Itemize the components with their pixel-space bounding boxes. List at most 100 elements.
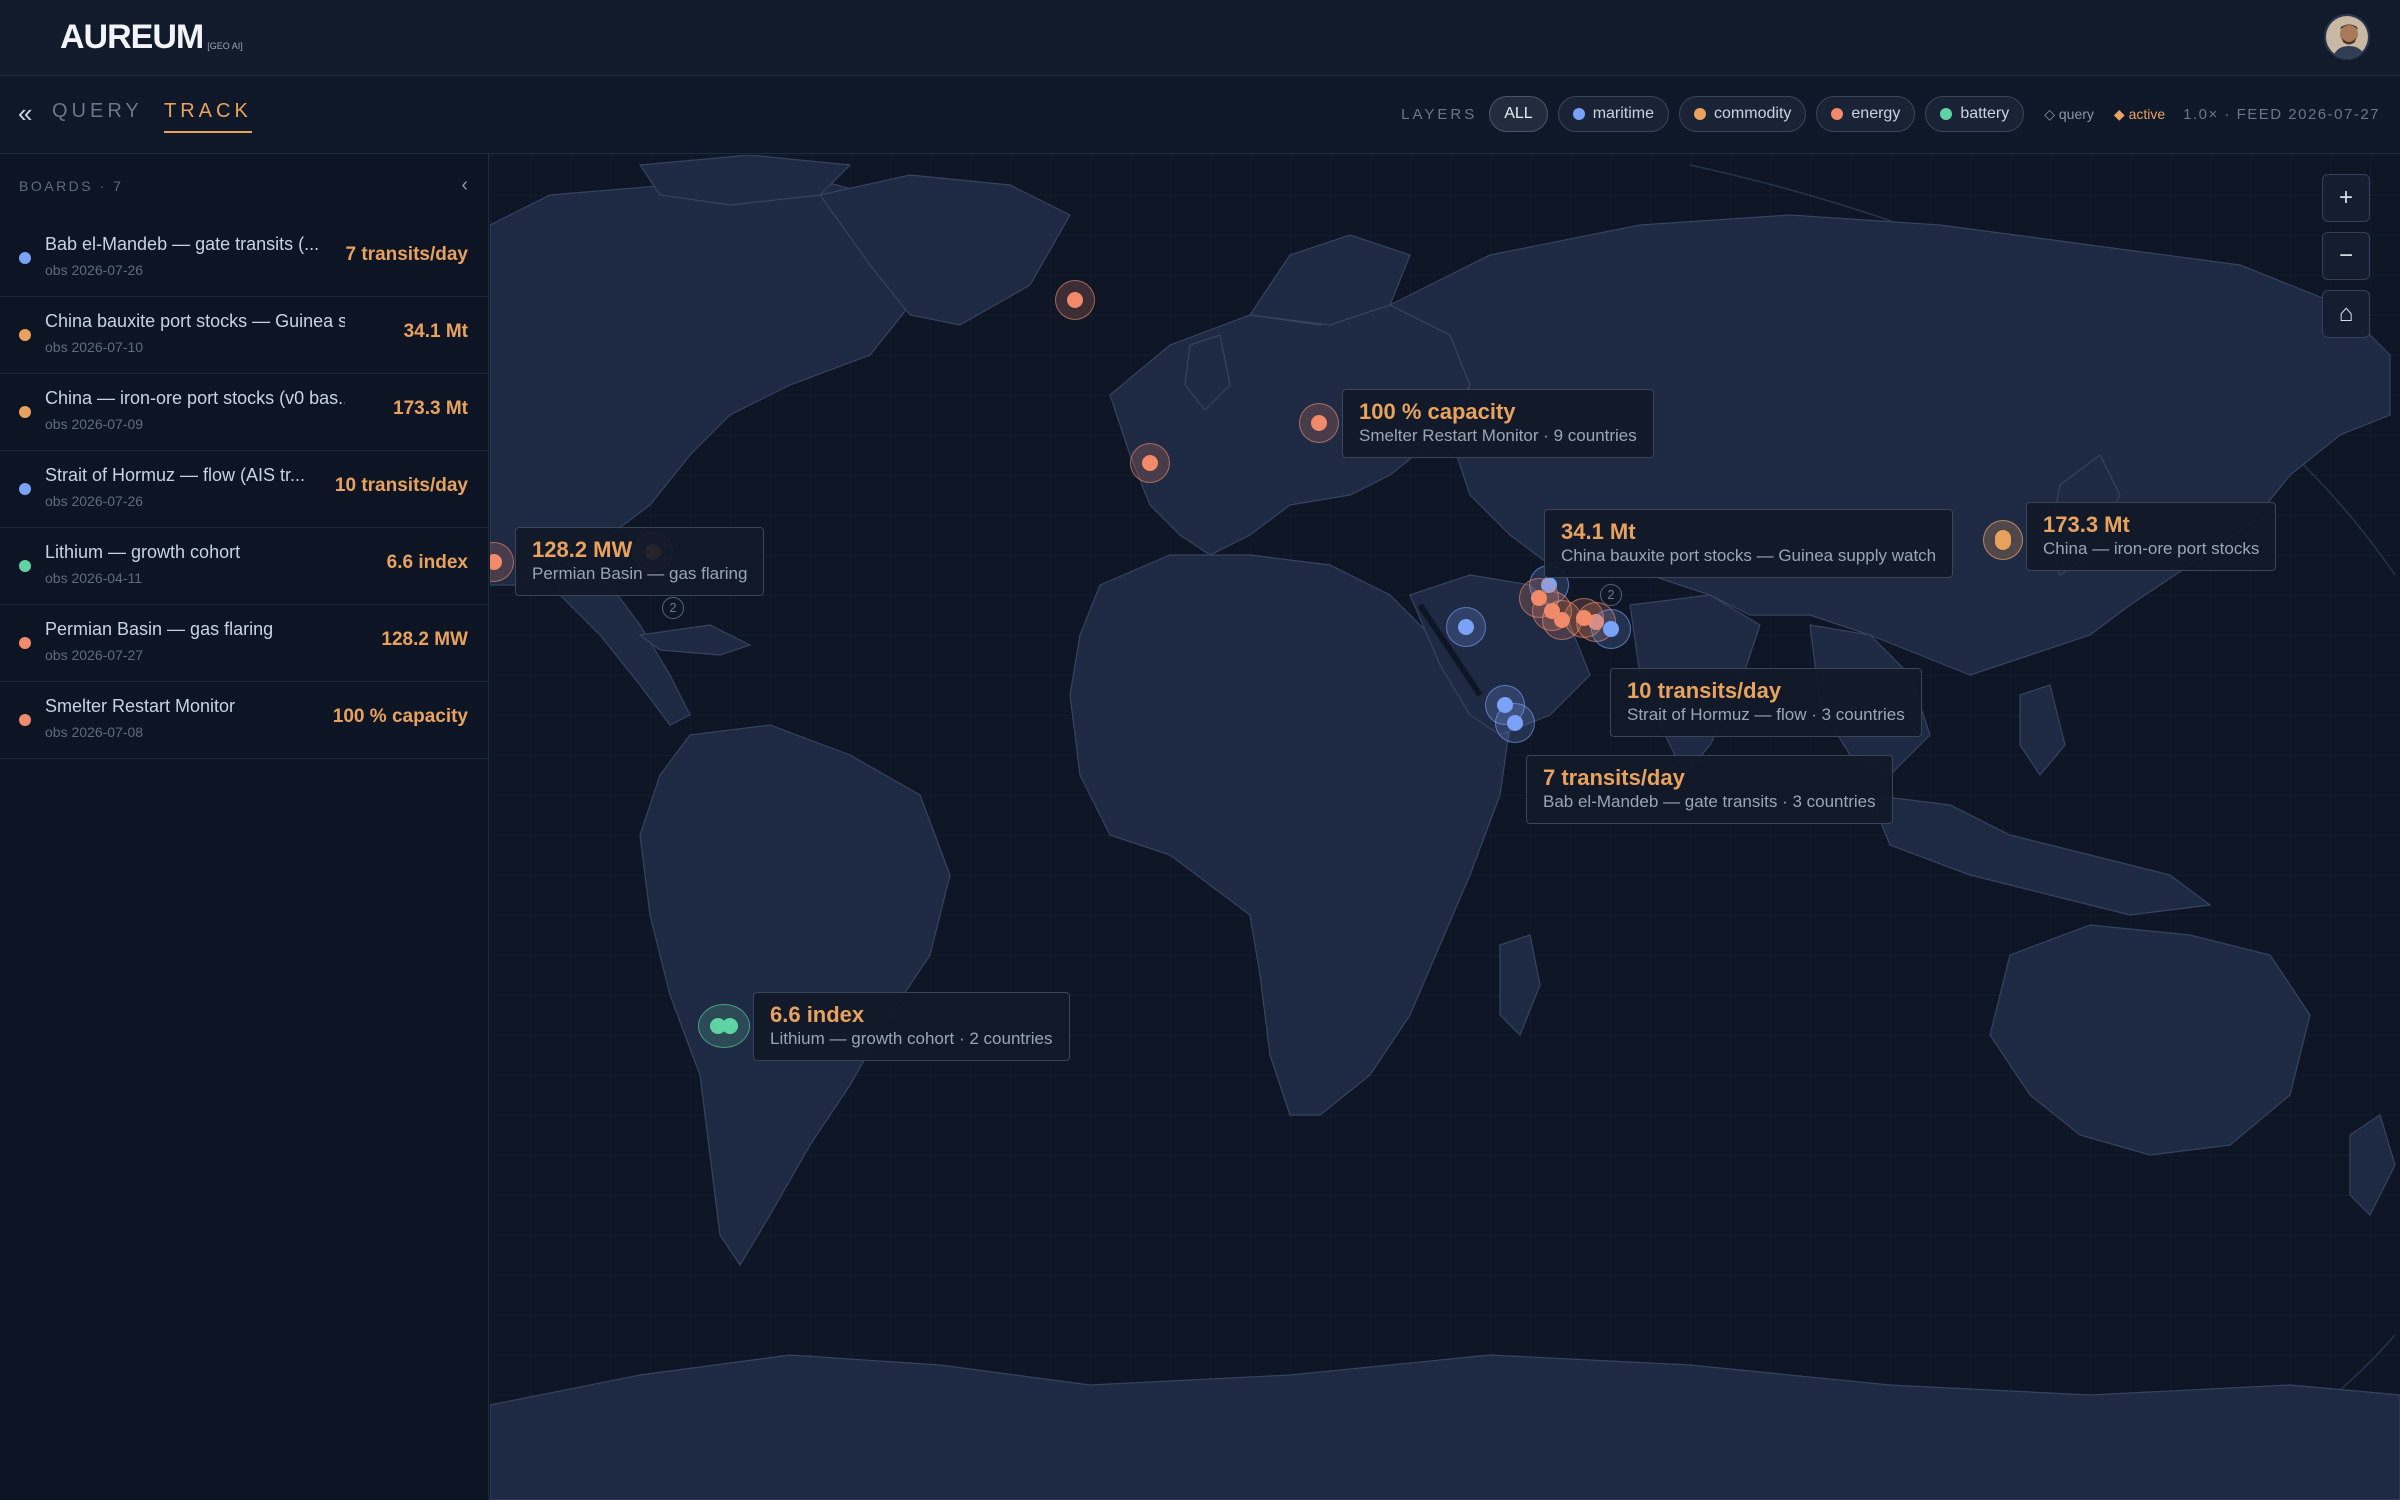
board-value: 100 % capacity xyxy=(332,706,468,727)
map-callout[interactable]: 7 transits/day Bab el-Mandeb — gate tran… xyxy=(1526,755,1893,824)
callout-value: 10 transits/day xyxy=(1627,678,1782,703)
layer-chip-battery[interactable]: battery xyxy=(1925,96,2025,132)
maritime-dot-icon xyxy=(19,252,31,264)
layer-chip-label: maritime xyxy=(1592,105,1655,122)
board-item[interactable]: Permian Basin — gas flaring obs 2026-07-… xyxy=(0,605,488,682)
user-avatar-icon xyxy=(2326,16,2368,58)
zoom-out-button[interactable]: − xyxy=(2322,232,2370,280)
board-date: obs 2026-07-26 xyxy=(45,493,144,509)
callout-subtitle: Lithium — growth cohort · 2 countries xyxy=(770,1029,1053,1048)
board-value: 128.2 MW xyxy=(381,629,468,650)
board-name: Strait of Hormuz — flow (AIS tr... xyxy=(45,465,306,485)
callout-subtitle: China — iron-ore port stocks xyxy=(2043,539,2260,558)
layer-chip-energy[interactable]: energy xyxy=(1816,96,1916,132)
board-date: obs 2026-07-08 xyxy=(45,724,144,740)
map-callout[interactable]: 6.6 index Lithium — growth cohort · 2 co… xyxy=(753,992,1070,1061)
energy-dot-icon xyxy=(19,714,31,726)
boards-sidebar: BOARDS · 7 ‹ Bab el-Mandeb — gate transi… xyxy=(0,154,489,1500)
board-item[interactable]: Lithium — growth cohort obs 2026-04-11 6… xyxy=(0,528,488,605)
collapse-panel-button[interactable]: « xyxy=(18,100,32,126)
home-view-button[interactable]: ⌂ xyxy=(2322,290,2370,338)
callout-subtitle: Bab el-Mandeb — gate transits · 3 countr… xyxy=(1543,792,1876,811)
board-value: 7 transits/day xyxy=(345,244,469,265)
layer-chip-label: ALL xyxy=(1504,105,1533,122)
board-name: China bauxite port stocks — Guinea su... xyxy=(45,311,345,331)
board-date: obs 2026-07-27 xyxy=(45,647,144,663)
world-map-canvas xyxy=(490,155,2400,1500)
layer-chip-label: energy xyxy=(1851,105,1901,122)
board-item[interactable]: Smelter Restart Monitor obs 2026-07-08 1… xyxy=(0,682,488,759)
top-bar: AUREUM [GEO AI] xyxy=(0,0,2400,76)
callout-value: 100 % capacity xyxy=(1359,399,1516,424)
board-value: 6.6 index xyxy=(386,552,468,573)
world-map[interactable]: 2 2 100 % capacity Smelter Restart Monit… xyxy=(490,155,2400,1500)
energy-dot-icon xyxy=(19,637,31,649)
board-value: 34.1 Mt xyxy=(403,321,468,342)
app-root: AUREUM [GEO AI] « QUERY TRACK LAYERS ALL xyxy=(0,0,2400,1500)
map-callout[interactable]: 10 transits/day Strait of Hormuz — flow … xyxy=(1610,668,1922,737)
battery-dot-icon xyxy=(19,560,31,572)
board-item[interactable]: China — iron-ore port stocks (v0 bas... … xyxy=(0,374,488,451)
commodity-dot-icon xyxy=(1694,108,1707,120)
commodity-dot-icon xyxy=(19,329,31,341)
board-date: obs 2026-07-26 xyxy=(45,262,144,278)
layer-chip-commodity[interactable]: commodity xyxy=(1679,96,1807,132)
layer-chip-all[interactable]: ALL xyxy=(1489,96,1548,132)
legend-query: ◇ query xyxy=(2044,105,2094,122)
callout-subtitle: Permian Basin — gas flaring xyxy=(532,564,748,583)
cluster-count-badge[interactable]: 2 xyxy=(1600,584,1622,606)
battery-dot-icon xyxy=(1940,108,1953,120)
avatar[interactable] xyxy=(2324,14,2370,60)
boards-title: BOARDS · 7 xyxy=(19,178,124,194)
marker-dot xyxy=(1458,619,1474,635)
boards-header: BOARDS · 7 ‹ xyxy=(0,154,488,220)
board-name: China — iron-ore port stocks (v0 bas... xyxy=(45,388,345,408)
board-value: 10 transits/day xyxy=(334,475,468,496)
callout-value: 6.6 index xyxy=(770,1002,865,1027)
sub-bar: « QUERY TRACK LAYERS ALL maritime commod… xyxy=(0,76,2400,154)
board-item[interactable]: Bab el-Mandeb — gate transits (... obs 2… xyxy=(0,220,488,297)
callout-value: 34.1 Mt xyxy=(1561,519,1636,544)
marker-dot xyxy=(1311,415,1327,431)
callout-subtitle: Smelter Restart Monitor · 9 countries xyxy=(1359,426,1637,445)
logo-subtitle: [GEO AI] xyxy=(207,41,243,51)
legend-active: ◆ active xyxy=(2113,105,2166,122)
marker-dot xyxy=(1603,621,1619,637)
board-item[interactable]: Strait of Hormuz — flow (AIS tr... obs 2… xyxy=(0,451,488,528)
board-date: obs 2026-07-09 xyxy=(45,416,144,432)
marker-dot xyxy=(1995,530,2011,550)
board-name: Lithium — growth cohort xyxy=(45,542,241,562)
layer-chip-label: battery xyxy=(1960,105,2010,122)
board-name: Bab el-Mandeb — gate transits (... xyxy=(45,234,320,254)
map-callout[interactable]: 173.3 Mt China — iron-ore port stocks xyxy=(2026,502,2277,571)
logo[interactable]: AUREUM [GEO AI] xyxy=(60,20,243,54)
feed-status: 1.0× · FEED 2026-07-27 xyxy=(2183,105,2380,123)
map-callout[interactable]: 34.1 Mt China bauxite port stocks — Guin… xyxy=(1544,509,1954,578)
commodity-dot-icon xyxy=(19,406,31,418)
map-callout[interactable]: 128.2 MW Permian Basin — gas flaring xyxy=(515,527,765,596)
tab-track[interactable]: TRACK xyxy=(164,100,252,133)
collapse-sidebar-button[interactable]: ‹ xyxy=(461,174,468,197)
layer-chip-label: commodity xyxy=(1714,105,1792,122)
layer-filter-bar: LAYERS ALL maritime commodity energy bat… xyxy=(1401,96,2380,132)
marker-dot xyxy=(1507,715,1523,731)
logo-wordmark: AUREUM xyxy=(60,18,204,56)
energy-dot-icon xyxy=(1831,108,1844,120)
board-item[interactable]: China bauxite port stocks — Guinea su...… xyxy=(0,297,488,374)
board-date: obs 2026-07-10 xyxy=(45,339,144,355)
callout-value: 173.3 Mt xyxy=(2043,512,2130,537)
marker-dot xyxy=(722,1018,738,1034)
cluster-count-badge[interactable]: 2 xyxy=(662,597,684,619)
zoom-in-button[interactable]: + xyxy=(2322,174,2370,222)
maritime-dot-icon xyxy=(19,483,31,495)
callout-value: 7 transits/day xyxy=(1543,765,1685,790)
callout-subtitle: Strait of Hormuz — flow · 3 countries xyxy=(1627,705,1905,724)
layer-chip-maritime[interactable]: maritime xyxy=(1557,96,1670,132)
marker-dot xyxy=(1067,292,1083,308)
layers-label: LAYERS xyxy=(1401,105,1478,123)
tab-query[interactable]: QUERY xyxy=(52,100,143,123)
marker-dot xyxy=(1142,455,1158,471)
board-name: Smelter Restart Monitor xyxy=(45,696,236,716)
maritime-dot-icon xyxy=(1572,108,1585,120)
map-callout[interactable]: 100 % capacity Smelter Restart Monitor ·… xyxy=(1342,389,1654,458)
